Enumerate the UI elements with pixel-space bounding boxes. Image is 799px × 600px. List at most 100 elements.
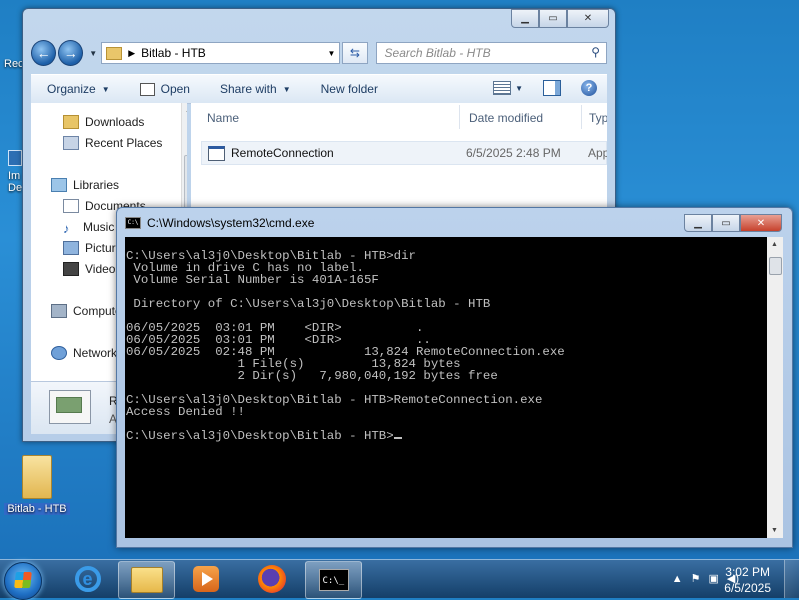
close-icon: ✕	[756, 217, 766, 229]
clock[interactable]: 3:02 PM 6/5/2025	[724, 564, 771, 596]
nav-item-recent-places[interactable]: Recent Places	[63, 136, 162, 150]
console-output[interactable]: C:\Users\al3j0\Desktop\Bitlab - HTB>dir …	[125, 237, 767, 538]
media-player-icon	[192, 566, 219, 592]
nav-item-label: Libraries	[73, 178, 120, 192]
folder-icon	[106, 46, 123, 60]
folder-icon	[22, 455, 52, 499]
libraries-icon	[51, 178, 67, 192]
organize-button[interactable]: Organize ▼	[47, 82, 110, 96]
maximize-icon: ▭	[548, 13, 558, 24]
action-center-flag-icon[interactable]: ⚑	[691, 572, 701, 585]
recent-pages-dropdown[interactable]: ▼	[89, 49, 97, 58]
folder-icon	[130, 567, 163, 593]
maximize-icon: ▭	[721, 217, 731, 229]
show-desktop-button[interactable]	[784, 560, 799, 598]
scrollbar-thumb[interactable]	[769, 257, 782, 275]
scroll-up-icon[interactable]: ▲	[185, 107, 187, 114]
taskbar-media-player[interactable]	[178, 561, 233, 597]
column-header-type[interactable]: Typ	[589, 111, 607, 125]
refresh-icon: ⇆	[349, 46, 360, 60]
desktop-icon-partial[interactable]: Im De	[8, 150, 22, 194]
nav-item-libraries[interactable]: Libraries	[51, 178, 119, 192]
music-icon: ♪	[63, 221, 70, 236]
help-icon[interactable]: ?	[581, 80, 597, 96]
desktop-icon-bitlab-folder[interactable]: Bitlab - HTB	[4, 455, 70, 515]
chevron-down-icon: ▼	[282, 84, 291, 94]
nav-item-downloads[interactable]: Downloads	[63, 115, 144, 129]
console-lines: C:\Users\al3j0\Desktop\Bitlab - HTB>dir …	[126, 249, 565, 419]
taskbar-file-explorer[interactable]	[118, 561, 175, 599]
file-type: App	[588, 146, 607, 160]
nav-item-videos[interactable]: Videos	[63, 262, 121, 276]
file-name: RemoteConnection	[231, 146, 334, 160]
nav-item-label: Music	[83, 220, 115, 234]
start-button[interactable]	[4, 562, 42, 600]
desktop-icon-label: Im De	[8, 170, 23, 194]
cmd-window-controls: ▁ ▭ ✕	[684, 214, 782, 232]
application-icon	[139, 82, 155, 96]
cmd-icon: C:\	[125, 217, 141, 229]
open-label: Open	[160, 82, 190, 96]
network-icon	[51, 346, 67, 360]
search-input[interactable]: Search Bitlab - HTB ⚲	[375, 42, 607, 64]
arrow-left-icon: ←	[36, 45, 51, 61]
back-button[interactable]: ←	[31, 40, 57, 66]
search-icon[interactable]: ⚲	[591, 45, 600, 59]
file-row[interactable]: RemoteConnection 6/5/2025 2:48 PM App	[201, 141, 607, 165]
close-button[interactable]: ✕	[567, 9, 609, 28]
maximize-button[interactable]: ▭	[712, 214, 740, 232]
search-placeholder: Search Bitlab - HTB	[384, 46, 491, 60]
command-bar: Organize ▼ Open Share with ▼ New folder ▼ …	[31, 74, 607, 104]
scroll-down-icon[interactable]: ▼	[771, 527, 778, 534]
new-folder-button[interactable]: New folder	[321, 82, 378, 96]
column-headers: Name Date modified Typ	[191, 103, 607, 131]
pictures-icon	[63, 241, 79, 255]
navigation-bar: ← → ▼ ▶ Bitlab - HTB ▼ ⇆ Search Bitlab -…	[31, 39, 607, 67]
preview-pane-icon[interactable]	[543, 80, 561, 96]
breadcrumb-current[interactable]: Bitlab - HTB	[141, 46, 206, 60]
open-button[interactable]: Open	[139, 82, 190, 96]
share-with-label: Share with	[219, 82, 277, 96]
column-header-date-modified[interactable]: Date modified	[469, 111, 543, 125]
column-divider[interactable]	[581, 105, 582, 129]
arrow-right-icon: →	[63, 45, 78, 61]
network-icon[interactable]: ▣	[708, 572, 718, 585]
cmd-window[interactable]: C:\ C:\Windows\system32\cmd.exe ▁ ▭ ✕ C:…	[116, 207, 793, 548]
nav-item-network[interactable]: Network	[51, 346, 117, 360]
chevron-down-icon[interactable]: ▼	[515, 84, 523, 93]
close-button[interactable]: ✕	[740, 214, 782, 232]
refresh-button[interactable]: ⇆	[342, 42, 368, 64]
share-with-button[interactable]: Share with ▼	[220, 82, 291, 96]
documents-icon	[63, 199, 79, 213]
nav-item-computer[interactable]: Computer	[51, 304, 126, 318]
firefox-icon	[257, 565, 286, 593]
console-scrollbar[interactable]: ▲ ▼	[767, 237, 783, 538]
taskbar-firefox[interactable]	[244, 561, 299, 597]
maximize-button[interactable]: ▭	[539, 9, 567, 28]
cmd-titlebar[interactable]: C:\ C:\Windows\system32\cmd.exe	[125, 216, 314, 230]
organize-label: Organize	[47, 82, 96, 96]
desktop-icon-recycle-bin[interactable]: Rec	[4, 58, 24, 70]
internet-explorer-icon: e	[74, 566, 101, 592]
column-header-name[interactable]: Name	[207, 111, 239, 125]
app-icon	[8, 150, 22, 166]
downloads-folder-icon	[63, 115, 79, 129]
minimize-button[interactable]: ▁	[511, 9, 539, 28]
nav-item-label: Network	[73, 346, 118, 360]
change-view-icon[interactable]	[493, 81, 512, 95]
forward-button[interactable]: →	[58, 40, 84, 66]
taskbar-internet-explorer[interactable]: e	[60, 561, 115, 597]
column-divider[interactable]	[459, 105, 460, 129]
taskbar-cmd[interactable]: C:\_	[305, 561, 362, 599]
chevron-down-icon[interactable]: ▼	[327, 49, 335, 58]
breadcrumb-separator-icon[interactable]: ▶	[128, 48, 135, 59]
address-bar[interactable]: ▶ Bitlab - HTB ▼	[101, 42, 341, 64]
nav-item-label: Recent Places	[85, 136, 163, 150]
text-cursor	[393, 437, 402, 439]
cmd-icon: C:\_	[318, 569, 349, 591]
show-hidden-icons-icon[interactable]: ▲	[672, 573, 683, 585]
nav-item-music[interactable]: ♪ Music	[63, 220, 115, 236]
scroll-up-icon[interactable]: ▲	[771, 241, 778, 248]
minimize-button[interactable]: ▁	[684, 214, 712, 232]
file-thumbnail-icon	[49, 390, 91, 424]
